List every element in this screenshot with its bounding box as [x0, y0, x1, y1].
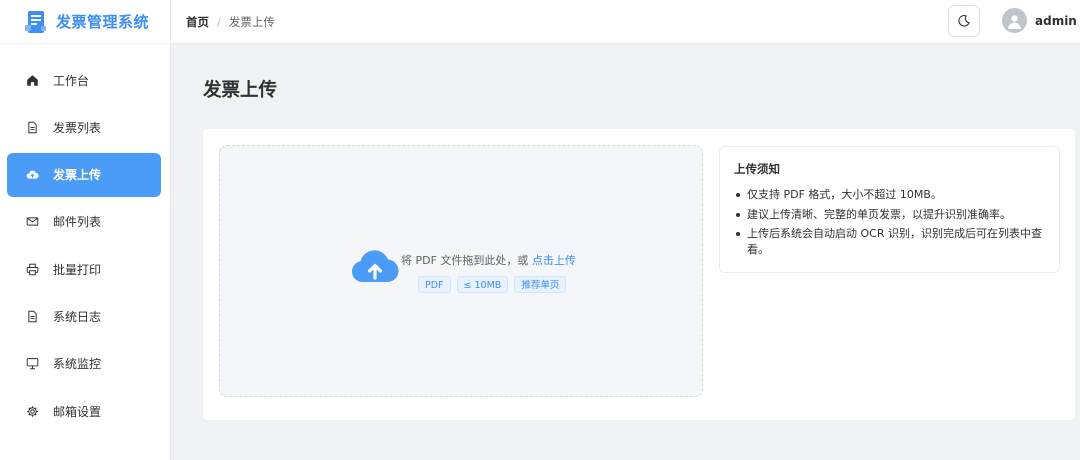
mail-icon [26, 217, 39, 227]
top-header: 首页 / 发票上传 admin [171, 0, 1080, 44]
app-name: 发票管理系统 [56, 13, 150, 31]
username: admin [1035, 13, 1077, 28]
sidebar-item-invoice-list[interactable]: 发票列表 [7, 105, 161, 149]
invoice-logo-icon [25, 10, 46, 33]
sidebar-item-label: 邮箱设置 [53, 404, 102, 419]
format-tag: PDF [418, 276, 451, 293]
list-item: 上传后系统会自动启动 OCR 识别，识别完成后可在列表中查看。 [734, 226, 1045, 257]
notice-list: 仅支持 PDF 格式，大小不超过 10MB。 建议上传清晰、完整的单页发票，以提… [734, 187, 1045, 257]
cloud-upload-icon [26, 170, 39, 179]
page-title: 发票上传 [203, 80, 278, 101]
moon-icon [958, 15, 970, 27]
list-item: 仅支持 PDF 格式，大小不超过 10MB。 [734, 187, 1045, 203]
upload-dropzone[interactable]: 将 PDF 文件拖到此处，或 点击上传 PDF ≤ 10MB 推荐单页 [219, 145, 703, 397]
sidebar-item-workbench[interactable]: 工作台 [7, 58, 161, 102]
document-icon [28, 121, 37, 134]
sidebar-item-label: 系统日志 [53, 309, 102, 324]
printer-icon [26, 263, 39, 275]
sidebar-item-invoice-upload[interactable]: 发票上传 [7, 152, 161, 197]
upload-tags: PDF ≤ 10MB 推荐单页 [418, 276, 567, 293]
click-upload-link[interactable]: 点击上传 [532, 254, 576, 267]
upload-notice: 上传须知 仅支持 PDF 格式，大小不超过 10MB。 建议上传清晰、完整的单页… [719, 146, 1060, 273]
sidebar-item-mail-list[interactable]: 邮件列表 [7, 200, 161, 244]
document-icon [28, 310, 37, 323]
notice-title: 上传须知 [734, 162, 780, 176]
upload-card: 将 PDF 文件拖到此处，或 点击上传 PDF ≤ 10MB 推荐单页 上传须知… [203, 129, 1075, 420]
sidebar-item-system-monitor[interactable]: 系统监控 [7, 342, 161, 386]
upload-hint-text: 将 PDF 文件拖到此处，或 [401, 254, 529, 267]
user-menu[interactable]: admin [1002, 8, 1077, 33]
breadcrumb-separator: / [217, 14, 221, 29]
cloud-upload-icon [351, 250, 399, 282]
gear-icon [27, 405, 38, 417]
breadcrumb-home[interactable]: 首页 [186, 14, 209, 30]
sidebar-item-label: 发票列表 [53, 120, 102, 135]
monitor-icon [26, 358, 39, 370]
breadcrumb-current: 发票上传 [228, 14, 275, 29]
sidebar-item-label: 邮件列表 [53, 215, 102, 230]
brand[interactable]: 发票管理系统 [0, 0, 170, 44]
single-page-tag: 推荐单页 [514, 276, 567, 293]
sidebar-item-label: 批量打印 [53, 262, 102, 277]
size-limit-tag: ≤ 10MB [456, 276, 509, 293]
sidebar-item-mailbox-settings[interactable]: 邮箱设置 [7, 389, 161, 433]
sidebar-item-batch-print[interactable]: 批量打印 [7, 247, 161, 291]
sidebar-item-label: 发票上传 [53, 168, 102, 183]
breadcrumb: 首页 / 发票上传 [186, 14, 275, 30]
sidebar-menu: 工作台 发票列表 发票上传 邮件列表 批量打印 系统日志 系统监控 邮箱设置 [7, 58, 161, 436]
theme-toggle-button[interactable] [948, 5, 980, 37]
sidebar: 发票管理系统 工作台 发票列表 发票上传 邮件列表 批量打印 系统日志 系统监控… [0, 0, 171, 460]
sidebar-item-system-log[interactable]: 系统日志 [7, 294, 161, 338]
home-icon [27, 74, 38, 86]
user-icon [1008, 15, 1021, 29]
upload-hint: 将 PDF 文件拖到此处，或 点击上传 [401, 252, 576, 268]
sidebar-item-label: 系统监控 [53, 357, 102, 372]
avatar [1002, 8, 1027, 33]
sidebar-item-label: 工作台 [53, 73, 90, 88]
list-item: 建议上传清晰、完整的单页发票，以提升识别准确率。 [734, 207, 1045, 223]
